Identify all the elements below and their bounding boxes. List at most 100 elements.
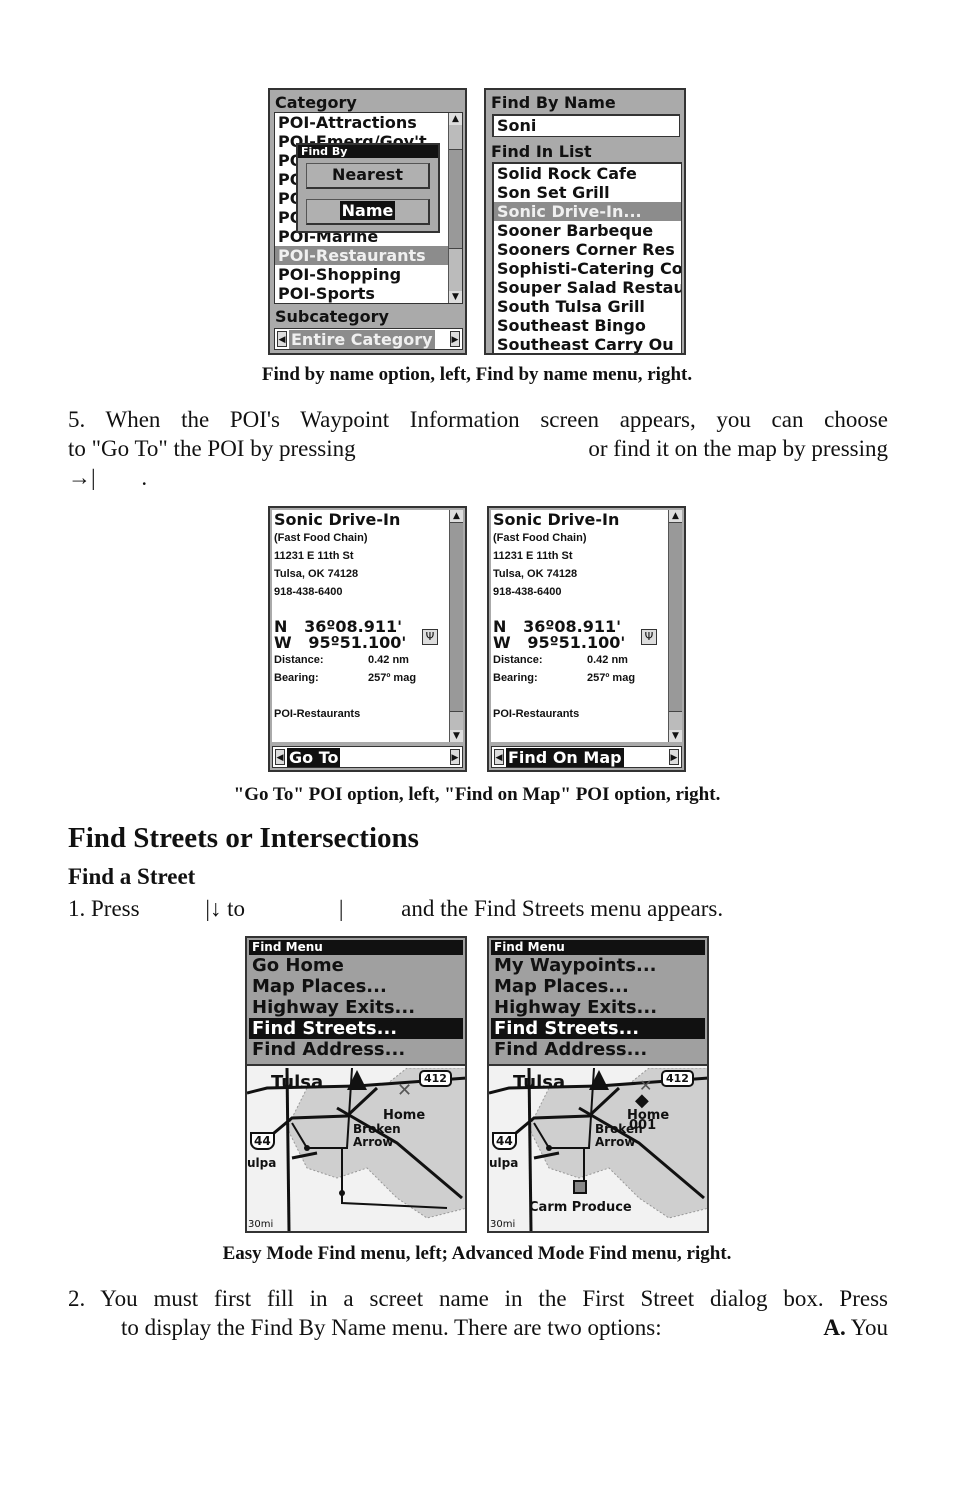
- scroll-thumb[interactable]: [669, 522, 682, 712]
- subcategory-selector[interactable]: ◀ Entire Category ▶: [274, 328, 463, 350]
- lon-value: 95º51.100': [308, 633, 407, 652]
- poi-category: POI-Restaurants: [493, 708, 580, 720]
- poi-city: Tulsa, OK 74128: [493, 568, 578, 580]
- poi-option-selector[interactable]: ◀ Go To ▶: [272, 746, 463, 768]
- arrow-left-icon[interactable]: ◀: [494, 749, 504, 765]
- result-item[interactable]: South Tulsa Grill: [494, 297, 681, 316]
- find-in-list-label: Find In List: [491, 142, 592, 161]
- map-scale: 30mi: [248, 1219, 274, 1230]
- arrow-right-icon[interactable]: ▶: [450, 749, 460, 765]
- arrow-right-icon[interactable]: ▶: [669, 749, 679, 765]
- poi-distance: Distance: 0.42 nm: [272, 651, 450, 669]
- scroll-up-icon[interactable]: ▲: [450, 510, 463, 522]
- step1-d: and the Find Streets menu appears.: [401, 896, 724, 921]
- scroll-thumb[interactable]: [450, 522, 463, 712]
- menu-item-find-address[interactable]: Find Address...: [249, 1039, 463, 1060]
- category-item[interactable]: POI-Sports: [275, 284, 462, 303]
- figure1-caption: Find by name option, left, Find by name …: [261, 364, 693, 385]
- poi-scrollbar[interactable]: ▲ ▼: [668, 510, 682, 742]
- step2-line2-end: A. You: [823, 1313, 888, 1342]
- poi-city: Tulsa, OK 74128: [274, 568, 359, 580]
- poi-category: POI-Restaurants: [274, 708, 361, 720]
- scroll-down-icon[interactable]: ▼: [449, 291, 462, 303]
- step2-line2: to display the Find By Name menu. There …: [68, 1313, 888, 1342]
- map-view[interactable]: ✕ Tulsa 412 44 Home Broken Arrow ulpa 30…: [247, 1068, 465, 1231]
- name-button[interactable]: Name: [306, 199, 430, 225]
- category-scrollbar[interactable]: ▲ ▼: [448, 113, 462, 303]
- arrow-left-icon[interactable]: ◀: [277, 331, 287, 347]
- poi-type: (Fast Food Chain): [493, 532, 587, 544]
- results-list[interactable]: Solid Rock Cafe Son Set Grill Sonic Driv…: [492, 162, 682, 353]
- bearing-label: Bearing:: [274, 672, 319, 684]
- poi-info-screen-goto: Sonic Drive-In (Fast Food Chain) 11231 E…: [268, 506, 467, 772]
- option-a-label: A.: [823, 1315, 846, 1340]
- map-view[interactable]: ✕ ◆ Tulsa 412 44 Home 001 Broken Arrow u…: [489, 1068, 707, 1231]
- subcategory-value: Entire Category: [289, 330, 435, 349]
- poi-scrollbar[interactable]: ▲ ▼: [449, 510, 463, 742]
- bearing-label: Bearing:: [493, 672, 538, 684]
- menu-item-map-places[interactable]: Map Places...: [491, 976, 705, 997]
- easy-mode-find-screen: Find Menu Go Home Map Places... Highway …: [245, 936, 467, 1233]
- result-item-selected[interactable]: Sonic Drive-In...: [494, 202, 681, 221]
- result-item[interactable]: Southeast Bingo: [494, 316, 681, 335]
- highway-412-shield: 412: [661, 1070, 694, 1087]
- result-item[interactable]: Southeast Carry Ou: [494, 335, 681, 353]
- step1-paragraph: 1. Press |↓ to | and the Find Streets me…: [68, 894, 888, 923]
- map-label-produce: Carm Produce: [529, 1200, 632, 1215]
- find-menu-title: Find Menu: [249, 940, 463, 955]
- interstate-44-shield: 44: [492, 1132, 517, 1150]
- menu-item-go-home[interactable]: Go Home: [249, 955, 463, 976]
- result-item[interactable]: Son Set Grill: [494, 183, 681, 202]
- step2-line2-a: to display the Find By Name menu. There …: [121, 1315, 662, 1340]
- poi-option-selector[interactable]: ◀ Find On Map ▶: [491, 746, 682, 768]
- scroll-thumb[interactable]: [449, 149, 462, 249]
- poi-info-screen-findonmap: Sonic Drive-In (Fast Food Chain) 11231 E…: [487, 506, 686, 772]
- scroll-down-icon[interactable]: ▼: [450, 730, 463, 742]
- map-label-tulsa: Tulsa: [513, 1072, 566, 1093]
- menu-item-highway-exits[interactable]: Highway Exits...: [249, 997, 463, 1018]
- arrow-right-icon[interactable]: ▶: [450, 331, 460, 347]
- result-item[interactable]: Souper Salad Restau: [494, 278, 681, 297]
- distance-label: Distance:: [274, 654, 324, 666]
- map-label-broken: Broken: [595, 1122, 643, 1136]
- map-label-broken: Broken: [353, 1122, 401, 1136]
- name-button-label: Name: [339, 201, 396, 220]
- menu-item-my-waypoints[interactable]: My Waypoints...: [491, 955, 705, 976]
- menu-item-highway-exits[interactable]: Highway Exits...: [491, 997, 705, 1018]
- poi-type: (Fast Food Chain): [274, 532, 368, 544]
- restaurant-icon: Ψ: [422, 629, 438, 645]
- map-label-tulsa: Tulsa: [271, 1072, 324, 1093]
- poi-distance: Distance: 0.42 nm: [491, 651, 669, 669]
- bearing-value: 257º mag: [368, 672, 417, 684]
- nearest-button[interactable]: Nearest: [306, 163, 430, 189]
- find-by-name-screen: Find By Name Soni Find In List Solid Roc…: [484, 88, 686, 355]
- result-item[interactable]: Sooners Corner Res: [494, 240, 681, 259]
- scroll-up-icon[interactable]: ▲: [449, 113, 462, 125]
- result-item[interactable]: Solid Rock Cafe: [494, 164, 681, 183]
- name-input[interactable]: Soni: [492, 114, 680, 137]
- arrow-left-icon[interactable]: ◀: [275, 749, 285, 765]
- menu-item-map-places[interactable]: Map Places...: [249, 976, 463, 997]
- lon-prefix: W: [493, 633, 511, 652]
- result-item[interactable]: Sooner Barbeque: [494, 221, 681, 240]
- poi-phone: 918-438-6400: [274, 586, 343, 598]
- find-on-map-option[interactable]: Find On Map: [506, 748, 624, 767]
- menu-item-find-address[interactable]: Find Address...: [491, 1039, 705, 1060]
- distance-value: 0.42 nm: [587, 654, 628, 666]
- step5-line3-end: .: [141, 465, 148, 490]
- distance-label: Distance:: [493, 654, 543, 666]
- category-item[interactable]: POI-Shopping: [275, 265, 462, 284]
- map-label-arrow: Arrow: [353, 1135, 394, 1149]
- category-item-selected[interactable]: POI-Restaurants: [275, 246, 448, 265]
- menu-item-find-streets[interactable]: Find Streets...: [491, 1018, 705, 1039]
- poi-info-panel: Sonic Drive-In (Fast Food Chain) 11231 E…: [491, 510, 669, 742]
- scroll-down-icon[interactable]: ▼: [669, 730, 682, 742]
- poi-name: Sonic Drive-In: [274, 510, 401, 529]
- go-to-option[interactable]: Go To: [287, 748, 341, 767]
- menu-item-find-streets[interactable]: Find Streets...: [249, 1018, 463, 1039]
- poi-street: 11231 E 11th St: [274, 550, 354, 562]
- result-item[interactable]: Sophisti-Catering Co: [494, 259, 681, 278]
- category-item[interactable]: POI-Attractions: [275, 113, 462, 132]
- map-label-home: Home: [383, 1108, 426, 1123]
- scroll-up-icon[interactable]: ▲: [669, 510, 682, 522]
